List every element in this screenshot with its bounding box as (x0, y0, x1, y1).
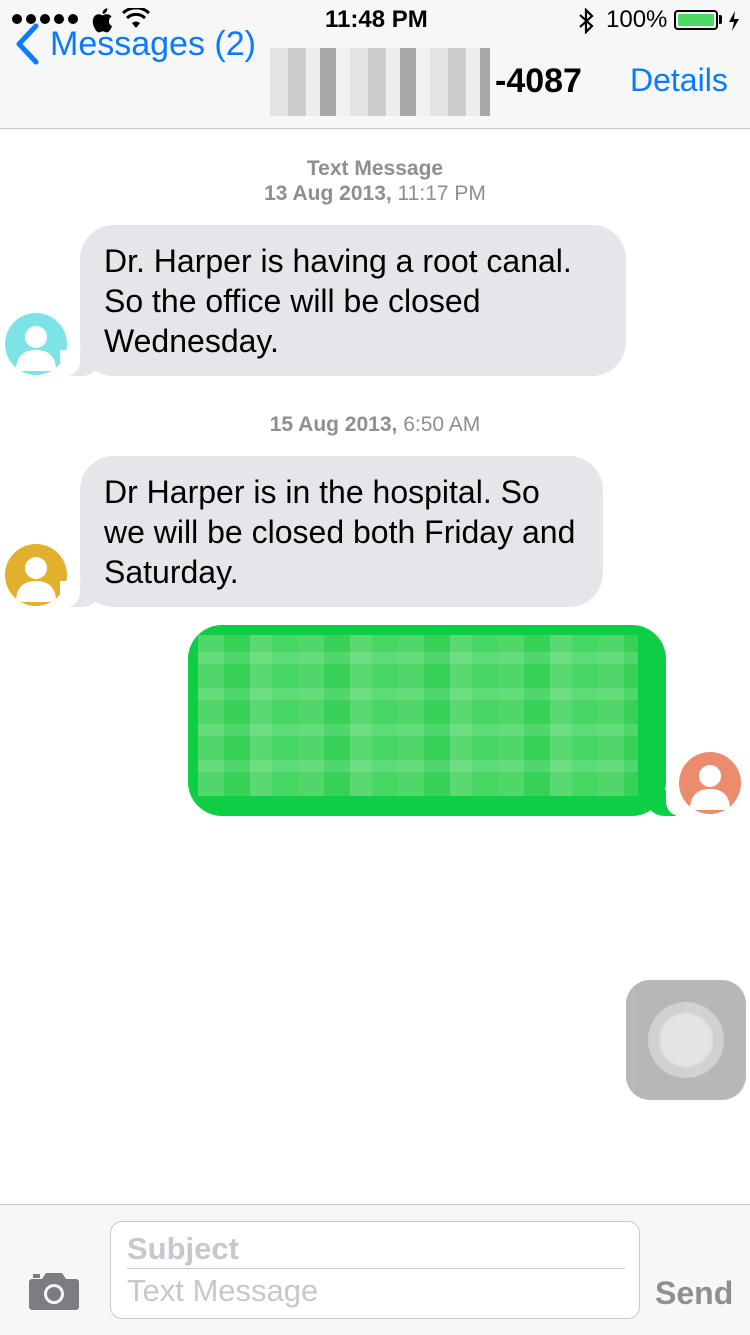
message-text: Dr. Harper is having a root canal. So th… (104, 243, 572, 359)
battery-icon (674, 10, 718, 30)
person-icon (16, 557, 56, 602)
timestamp: 15 Aug 2013, 6:50 AM (0, 412, 750, 438)
person-icon (16, 326, 56, 371)
own-avatar[interactable] (679, 752, 741, 814)
conversation-title: -4087 (495, 62, 582, 100)
back-button[interactable]: Messages (2) (14, 22, 256, 66)
timestamp-date: 15 Aug 2013, (269, 413, 398, 436)
person-icon (690, 765, 730, 810)
incoming-message-bubble[interactable]: Dr. Harper is having a root canal. So th… (60, 225, 626, 376)
message-input[interactable]: Text Message (127, 1274, 318, 1308)
incoming-message-bubble[interactable]: Dr Harper is in the hospital. So we will… (60, 456, 603, 607)
message-text: Dr Harper is in the hospital. So we will… (104, 474, 576, 590)
timestamp: 13 Aug 2013, 11:17 PM (0, 181, 750, 207)
assistive-touch-button[interactable] (626, 980, 746, 1100)
battery-percent: 100% (606, 6, 668, 33)
redacted-contact (270, 48, 490, 116)
timestamp-time: 6:50 AM (397, 413, 481, 436)
compose-field[interactable]: Subject Text Message (110, 1221, 640, 1319)
send-button[interactable]: Send (655, 1275, 733, 1312)
message-type-text: Text Message (306, 157, 444, 180)
charging-icon (729, 11, 739, 31)
timestamp-time: 11:17 PM (391, 182, 486, 205)
assistive-touch-center (658, 1012, 714, 1068)
chevron-left-icon (16, 23, 39, 65)
contact-avatar[interactable] (5, 313, 67, 375)
back-label: Messages (2) (50, 24, 256, 63)
contact-avatar[interactable] (5, 544, 67, 606)
outgoing-message-bubble[interactable] (188, 625, 686, 816)
timestamp-date: 13 Aug 2013, (264, 182, 392, 205)
status-time: 11:48 PM (325, 6, 428, 33)
details-button[interactable]: Details (630, 62, 728, 99)
message-type-label: Text Message (0, 156, 750, 182)
compose-bar: Subject Text Message Send (0, 1204, 750, 1335)
redacted-message-text (198, 635, 638, 796)
bluetooth-icon (579, 8, 594, 34)
camera-icon[interactable] (28, 1271, 80, 1311)
subject-input[interactable]: Subject (127, 1232, 625, 1269)
battery-tip (719, 15, 722, 24)
